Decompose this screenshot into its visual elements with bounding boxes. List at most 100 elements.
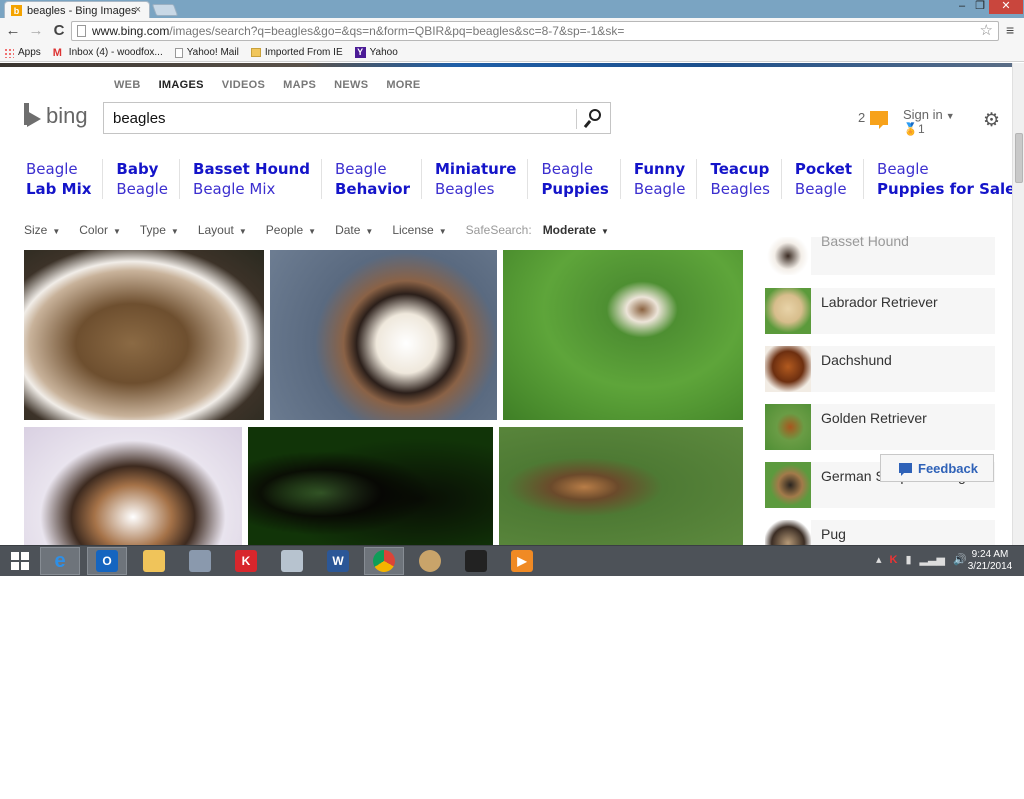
back-button[interactable]: ←: [4, 22, 22, 39]
bookmark-label: Yahoo! Mail: [186, 47, 239, 58]
clock[interactable]: 9:24 AM 3/21/2014: [962, 549, 1018, 573]
filter-people-dropdown[interactable]: People ▼: [266, 223, 316, 237]
related-search-link[interactable]: Baby Beagle: [102, 159, 179, 199]
related-search-line2: Beagles: [435, 180, 495, 198]
scope-maps[interactable]: MAPS: [283, 79, 316, 91]
safesearch-dropdown[interactable]: Moderate ▼: [543, 223, 609, 237]
image-result[interactable]: [24, 250, 264, 420]
filter-type-dropdown[interactable]: Type ▼: [140, 223, 179, 237]
windows-start-icon: [11, 552, 29, 570]
caret-down-icon: ▼: [238, 227, 247, 236]
related-search-link[interactable]: Beagle Behavior: [320, 159, 421, 199]
related-breed-item[interactable]: Basset Hound: [765, 233, 995, 275]
bookmark-inbox[interactable]: M Inbox (4) - woodfox...: [53, 47, 163, 59]
taskbar-internet-explorer-button[interactable]: e: [40, 547, 80, 575]
chrome-icon: [373, 550, 395, 572]
kaspersky-tray-icon[interactable]: K: [890, 554, 898, 566]
address-bar[interactable]: www.bing.com/images/search?q=beagles&go=…: [71, 21, 999, 41]
bing-logo[interactable]: bing: [24, 103, 88, 129]
filter-license-dropdown[interactable]: License ▼: [392, 223, 446, 237]
bing-page: WEB IMAGES VIDEOS MAPS NEWS MORE bing 2 …: [0, 63, 1012, 545]
scope-web[interactable]: WEB: [114, 79, 141, 91]
forward-button[interactable]: →: [27, 22, 45, 39]
search-input[interactable]: [104, 103, 564, 133]
page-scrollbar[interactable]: [1012, 63, 1024, 545]
scope-videos[interactable]: VIDEOS: [222, 79, 265, 91]
battery-icon[interactable]: ▮: [905, 553, 911, 566]
taskbar-network-button[interactable]: [180, 547, 220, 575]
related-search-link[interactable]: Teacup Beagles: [696, 159, 780, 199]
taskbar-outlook-button[interactable]: O: [87, 547, 127, 575]
show-hidden-icons-icon[interactable]: ▴: [876, 553, 882, 566]
medal-badge: 🏅1: [903, 122, 925, 136]
related-search-line1: Miniature: [435, 160, 517, 178]
related-search-link[interactable]: Beagle Puppies for Sale: [863, 159, 1012, 199]
feedback-button[interactable]: Feedback: [880, 454, 994, 482]
screen: b beagles - Bing Images × – ❐ ✕ ← → C ww…: [0, 0, 1024, 576]
image-result[interactable]: [499, 427, 743, 545]
reload-button[interactable]: C: [50, 22, 68, 39]
scope-images[interactable]: IMAGES: [159, 79, 204, 91]
related-breed-item[interactable]: Golden Retriever: [765, 404, 995, 450]
taskbar-chrome-button[interactable]: [364, 547, 404, 575]
browser-tab-active[interactable]: b beagles - Bing Images ×: [4, 1, 150, 19]
bookmark-apps[interactable]: Apps: [4, 47, 41, 58]
related-search-line2: Beagle: [794, 180, 847, 198]
taskbar-word-button[interactable]: W: [318, 547, 358, 575]
related-search-link[interactable]: Miniature Beagles: [421, 159, 527, 199]
breed-label: Golden Retriever: [821, 410, 927, 426]
filter-date-dropdown[interactable]: Date ▼: [335, 223, 373, 237]
taskbar-file-explorer-button[interactable]: [134, 547, 174, 575]
bookmark-yahoo-mail[interactable]: Yahoo! Mail: [174, 47, 239, 58]
image-result[interactable]: [24, 427, 242, 545]
related-breed-item[interactable]: Labrador Retriever: [765, 288, 995, 334]
related-search-link[interactable]: Pocket Beagle: [780, 159, 863, 199]
page-icon: [174, 47, 183, 58]
bookmark-yahoo[interactable]: Y Yahoo: [354, 47, 398, 58]
related-breed-item[interactable]: Pug: [765, 520, 995, 545]
related-search-link[interactable]: Beagle Puppies: [527, 159, 619, 199]
minimize-button[interactable]: –: [952, 0, 972, 14]
taskbar-printer-button[interactable]: [456, 547, 496, 575]
taskbar-start-button[interactable]: [0, 547, 40, 575]
close-window-button[interactable]: ✕: [989, 0, 1023, 14]
scope-more[interactable]: MORE: [386, 79, 420, 91]
related-search-line2: Beagle: [116, 180, 169, 198]
signal-icon[interactable]: ▂▃▅: [920, 553, 945, 566]
rewards-count: 2: [858, 110, 866, 125]
settings-gear-icon[interactable]: ⚙: [983, 109, 1000, 132]
filter-color-dropdown[interactable]: Color ▼: [79, 223, 121, 237]
rewards-notifications[interactable]: 2: [858, 110, 889, 129]
image-result[interactable]: [503, 250, 743, 420]
bookmark-imported-from-ie[interactable]: Imported From IE: [250, 47, 343, 58]
scrollbar-thumb[interactable]: [1015, 133, 1023, 183]
related-search-link[interactable]: Funny Beagle: [619, 159, 697, 199]
search-button[interactable]: [580, 105, 608, 131]
paint-icon: [419, 550, 441, 572]
taskbar-kaspersky-button[interactable]: K: [226, 547, 266, 575]
taskbar-paint-button[interactable]: [410, 547, 450, 575]
filter-label: License: [392, 223, 434, 237]
filter-label: Color: [79, 223, 108, 237]
image-result[interactable]: [248, 427, 493, 545]
related-search-link[interactable]: Beagle Lab Mix: [0, 159, 102, 199]
sign-in-button[interactable]: Sign in ▼: [903, 107, 955, 122]
image-result[interactable]: [270, 250, 497, 420]
chrome-menu-icon[interactable]: ≡: [1006, 22, 1014, 38]
maximize-button[interactable]: ❐: [970, 0, 990, 14]
file-explorer-icon: [143, 550, 165, 572]
sign-in-label: Sign in: [903, 107, 943, 122]
related-search-link[interactable]: Basset Hound Beagle Mix: [179, 159, 321, 199]
filter-size-dropdown[interactable]: Size ▼: [24, 223, 60, 237]
bookmark-label: Imported From IE: [264, 47, 343, 58]
scope-news[interactable]: NEWS: [334, 79, 368, 91]
taskbar-monitor-button[interactable]: [272, 547, 312, 575]
bookmark-star-icon[interactable]: ☆: [980, 22, 993, 40]
new-tab-button[interactable]: [151, 4, 179, 16]
bookmark-label: Yahoo: [369, 47, 398, 58]
related-breed-item[interactable]: Dachshund: [765, 346, 995, 392]
filter-layout-dropdown[interactable]: Layout ▼: [198, 223, 247, 237]
taskbar-media-player-button[interactable]: ▶: [502, 547, 542, 575]
tab-close-icon[interactable]: ×: [135, 4, 141, 16]
breed-label: Basset Hound: [821, 233, 909, 249]
